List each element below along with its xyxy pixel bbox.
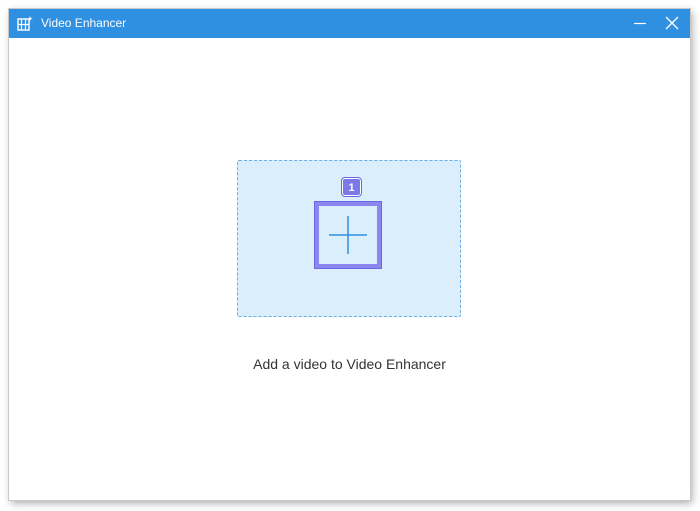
close-button[interactable] [655,9,689,38]
step-badge: 1 [341,177,362,197]
video-drop-zone[interactable]: 1 [237,160,461,317]
title-bar[interactable]: Video Enhancer [9,9,690,38]
add-video-hint: Add a video to Video Enhancer [253,356,446,372]
add-video-button[interactable] [315,202,381,268]
close-icon [665,16,679,30]
app-window: Video Enhancer 1 Add a video to Video En… [9,9,690,500]
minimize-button[interactable] [623,9,657,38]
window-title: Video Enhancer [41,16,127,30]
minimize-icon [634,22,646,25]
main-content: 1 Add a video to Video Enhancer [9,38,690,500]
plus-icon [329,216,367,254]
video-enhancer-app-icon [17,15,33,31]
